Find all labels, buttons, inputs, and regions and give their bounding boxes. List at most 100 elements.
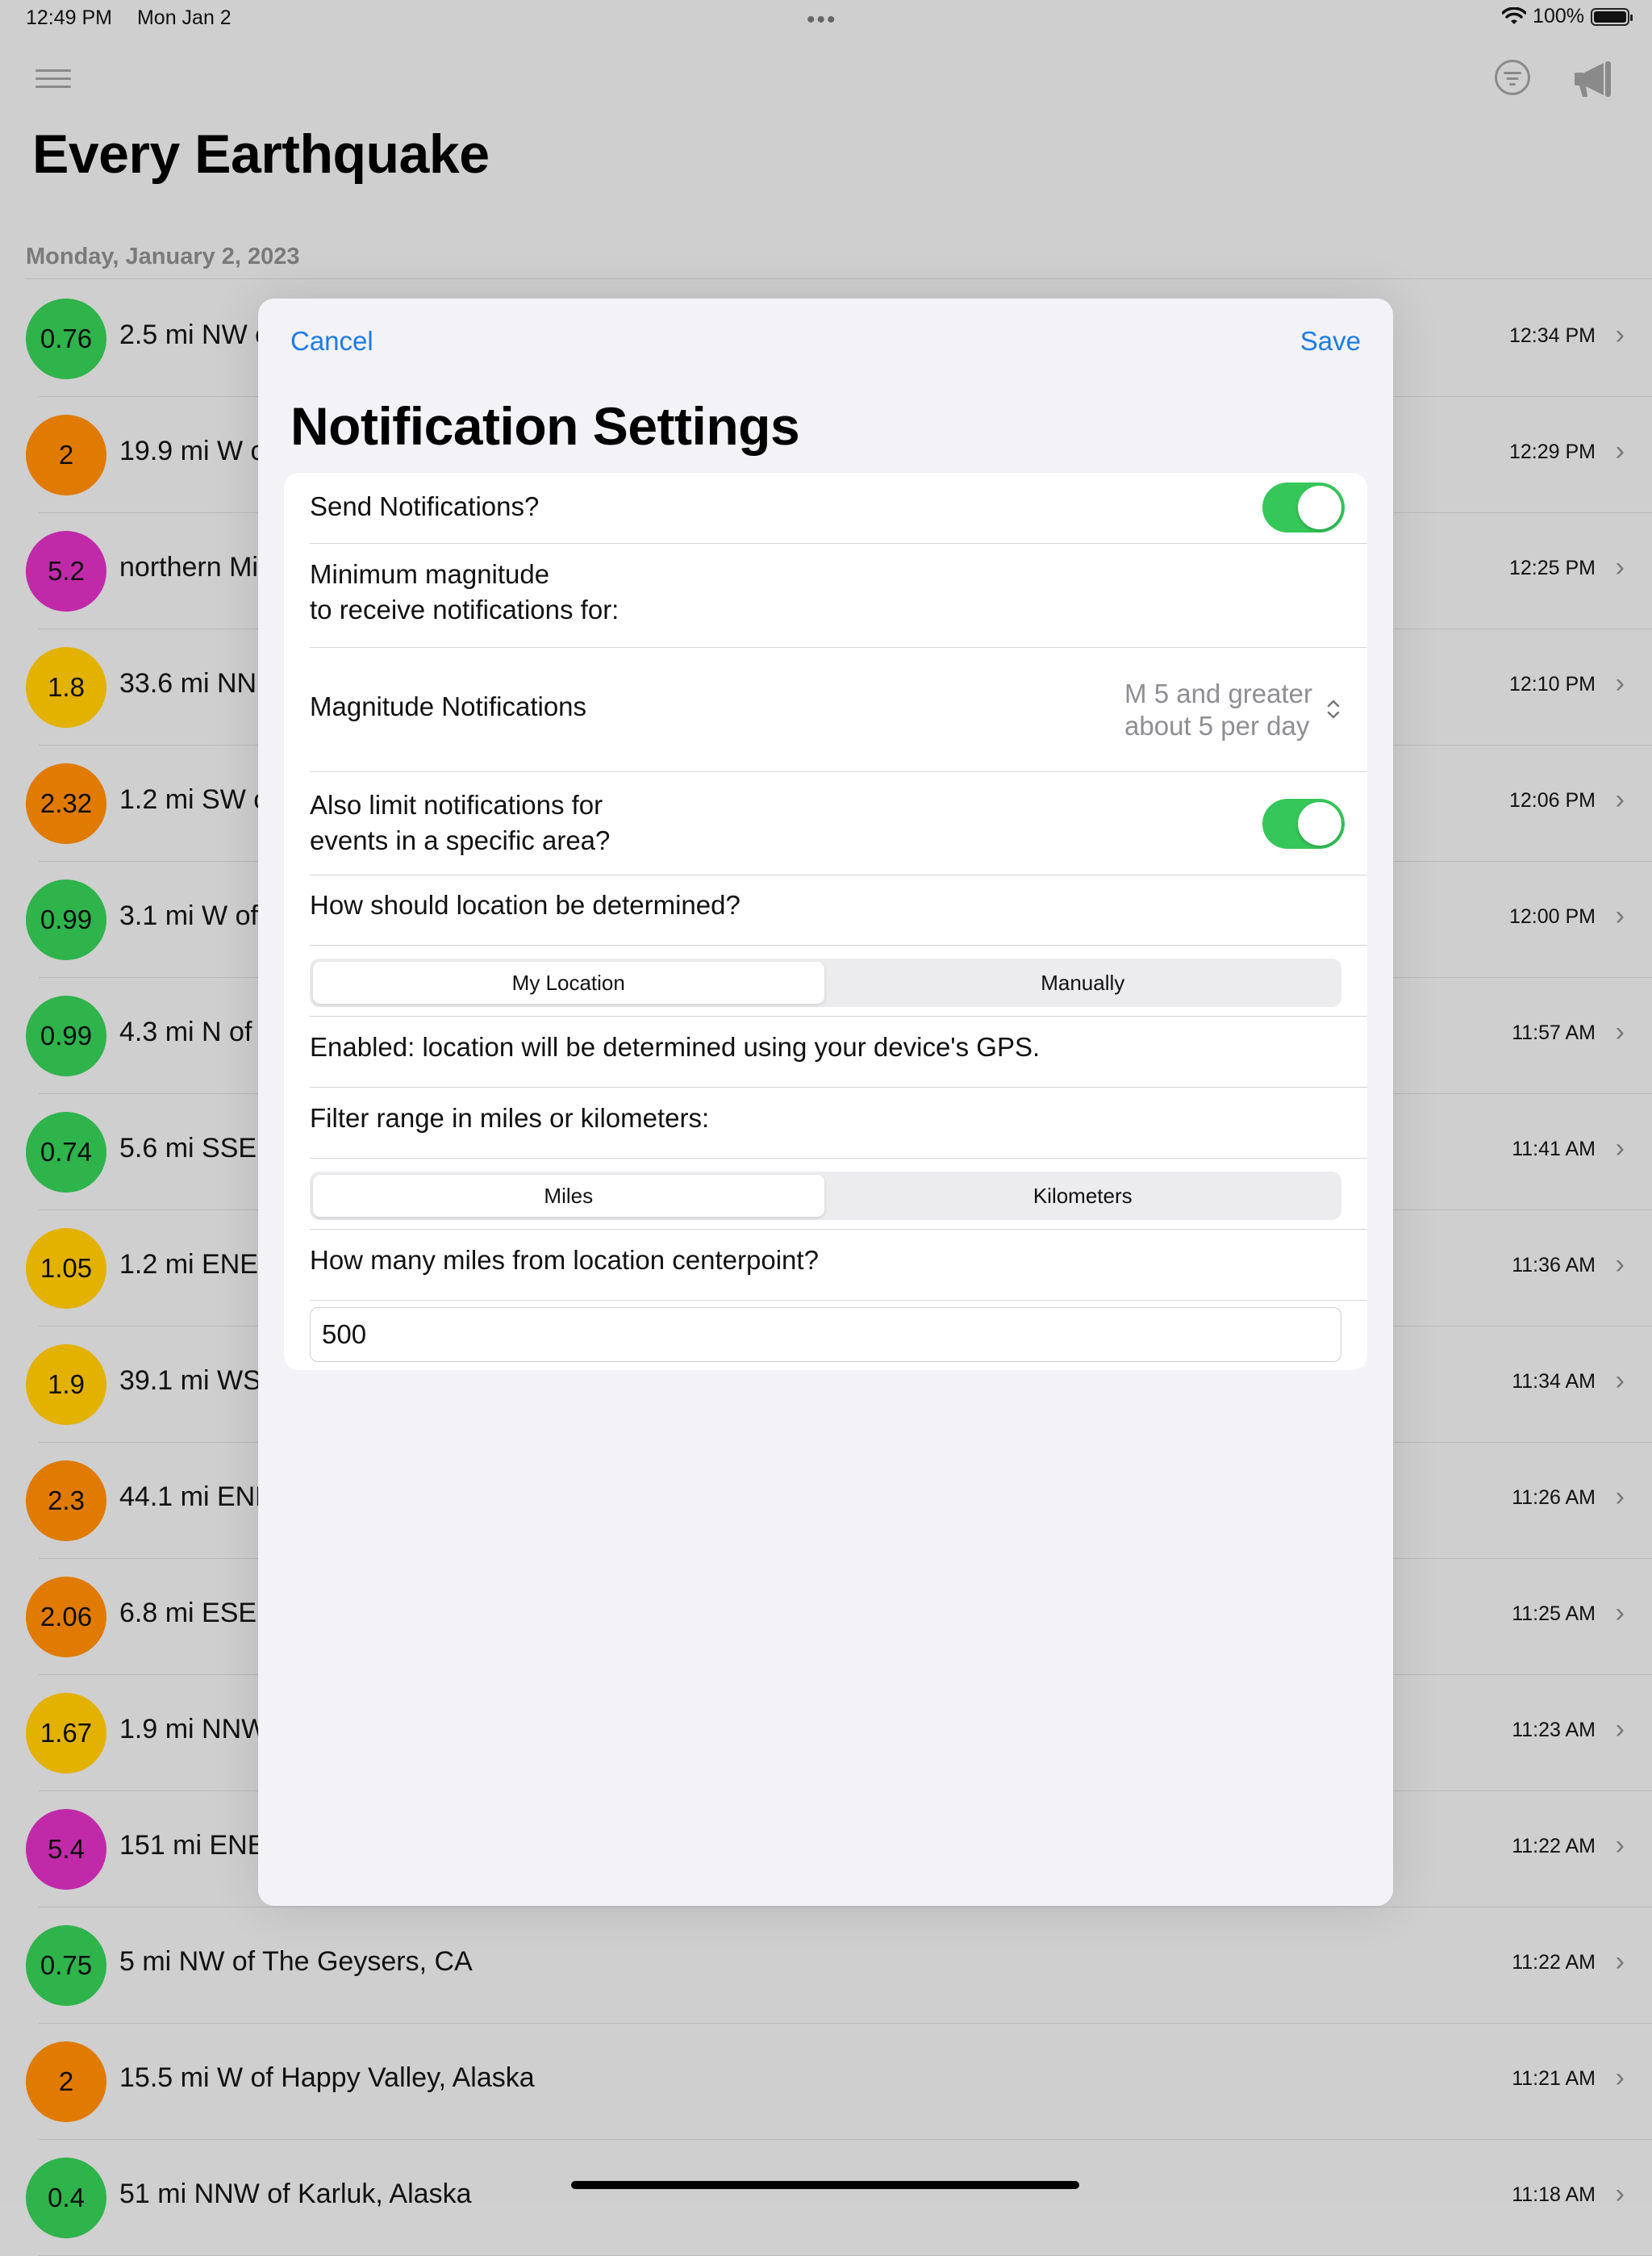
earthquake-time: 11:57 AM (1512, 1021, 1596, 1044)
chevron-right-icon: › (1615, 1714, 1625, 1744)
chevron-right-icon: › (1615, 1133, 1625, 1164)
magnitude-badge: 2 (26, 415, 106, 495)
earthquake-location: northern Mi (119, 552, 258, 583)
divider (310, 1158, 1367, 1159)
earthquake-location: 2.5 mi NW c (119, 320, 269, 350)
limit-area-line1: Also limit notifications for (310, 790, 603, 820)
divider (310, 1016, 1367, 1017)
earthquake-row[interactable]: 0.75 5 mi NW of The Geysers, CA 11:22 AM › (0, 1907, 1652, 2024)
unit-segmented-control: Miles Kilometers (310, 1172, 1341, 1220)
hamburger-menu-icon[interactable] (35, 69, 71, 90)
chevron-right-icon: › (1615, 1249, 1625, 1280)
magnitude-picker-value-line2: about 5 per day (1124, 711, 1310, 741)
magnitude-picker-value[interactable]: M 5 and greater about 5 per day (1124, 678, 1312, 742)
range-label-text: Filter range in miles or kilometers: (310, 1103, 710, 1133)
magnitude-badge: 2 (26, 2041, 106, 2122)
divider (310, 1229, 1367, 1230)
divider (310, 543, 1367, 544)
megaphone-icon[interactable] (1573, 58, 1615, 98)
chevron-right-icon: › (1615, 320, 1625, 350)
divider (310, 771, 1367, 772)
magnitude-badge: 1.9 (26, 1344, 106, 1425)
limit-area-line2: events in a specific area? (310, 825, 611, 855)
filter-icon[interactable] (1495, 60, 1530, 95)
magnitude-badge: 2.3 (26, 1460, 106, 1541)
earthquake-time: 11:23 AM (1512, 1719, 1596, 1741)
min-magnitude-line2: to receive notifications for: (310, 595, 620, 625)
earthquake-location: 5.6 mi SSE (119, 1133, 257, 1164)
status-time: 12:49 PM (26, 6, 113, 29)
earthquake-location: 3.1 mi W of (119, 900, 258, 931)
chevron-right-icon: › (1615, 1830, 1625, 1861)
send-notifications-label: Send Notifications? (310, 491, 540, 521)
earthquake-time: 12:06 PM (1508, 789, 1596, 812)
status-bar-left: 12:49 PM Mon Jan 2 (26, 6, 251, 30)
earthquake-location: 33.6 mi NN (119, 668, 257, 699)
limit-area-toggle[interactable] (1262, 799, 1345, 849)
battery-percent: 100% (1533, 5, 1584, 27)
segment-miles[interactable]: Miles (313, 1175, 824, 1217)
earthquake-time: 12:25 PM (1508, 557, 1596, 579)
earthquake-time: 12:00 PM (1508, 905, 1596, 928)
divider (310, 945, 1367, 946)
chevron-right-icon: › (1615, 436, 1625, 466)
home-indicator[interactable] (571, 2181, 1079, 2189)
divider (310, 1087, 1367, 1088)
chevron-up-down-icon[interactable] (1325, 697, 1341, 721)
multitasking-dots-icon[interactable]: ••• (807, 6, 837, 34)
location-note-cell: Enabled: location will be determined usi… (310, 1030, 1341, 1065)
magnitude-badge: 2.32 (26, 763, 106, 844)
earthquake-row[interactable]: 0.4 51 mi NNW of Karluk, Alaska 11:18 AM › (0, 2140, 1652, 2256)
magnitude-badge: 1.05 (26, 1228, 106, 1309)
section-header-date: Monday, January 2, 2023 (26, 244, 300, 269)
location-segmented-control: My Location Manually (310, 959, 1341, 1007)
magnitude-badge: 0.76 (26, 299, 106, 379)
segment-my-location[interactable]: My Location (313, 962, 824, 1004)
location-question-label: How should location be determined? (310, 890, 740, 920)
earthquake-time: 12:29 PM (1508, 441, 1596, 463)
divider (310, 1300, 1367, 1301)
earthquake-location: 1.2 mi SW c (119, 784, 268, 815)
wifi-icon (1502, 6, 1527, 24)
segment-manually[interactable]: Manually (828, 962, 1339, 1004)
magnitude-badge: 5.4 (26, 1809, 106, 1890)
chevron-right-icon: › (1615, 900, 1625, 931)
chevron-right-icon: › (1615, 1481, 1625, 1512)
magnitude-picker-value-line1: M 5 and greater (1124, 679, 1312, 708)
earthquake-time: 11:41 AM (1512, 1138, 1596, 1160)
chevron-right-icon: › (1615, 1598, 1625, 1628)
earthquake-row[interactable]: 2 15.5 mi W of Happy Valley, Alaska 11:21 … (0, 2024, 1652, 2140)
distance-question-cell: How many miles from location centerpoint… (310, 1243, 1341, 1278)
range-label-cell: Filter range in miles or kilometers: (310, 1101, 1341, 1136)
chevron-right-icon: › (1615, 1946, 1625, 1977)
limit-area-cell: Also limit notifications for events in a… (310, 788, 1341, 859)
chevron-right-icon: › (1615, 2062, 1625, 2093)
chevron-right-icon: › (1615, 552, 1625, 583)
status-date: Mon Jan 2 (136, 6, 232, 29)
app-title: Every Earthquake (32, 123, 490, 185)
save-button[interactable]: Save (1300, 326, 1361, 357)
segment-kilometers[interactable]: Kilometers (828, 1175, 1339, 1217)
chevron-right-icon: › (1615, 2179, 1625, 2209)
magnitude-badge: 0.74 (26, 1112, 106, 1193)
earthquake-location: 1.9 mi NNW (119, 1714, 268, 1744)
earthquake-time: 11:18 AM (1512, 2183, 1596, 2206)
earthquake-location: 151 mi ENE (119, 1830, 266, 1861)
earthquake-time: 12:10 PM (1508, 673, 1596, 696)
cancel-button[interactable]: Cancel (290, 326, 373, 357)
location-note-text: Enabled: location will be determined usi… (310, 1032, 1041, 1062)
send-notifications-cell: Send Notifications? (310, 489, 1341, 524)
earthquake-time: 11:26 AM (1512, 1486, 1596, 1509)
battery-icon (1591, 7, 1633, 26)
earthquake-time: 12:34 PM (1508, 324, 1596, 347)
earthquake-location: 1.2 mi ENE c (119, 1249, 280, 1280)
earthquake-location: 6.8 mi ESE (119, 1598, 257, 1628)
notification-settings-sheet: Cancel Save Notification Settings Send N… (258, 299, 1393, 1906)
send-notifications-toggle[interactable] (1262, 483, 1345, 533)
earthquake-location: 15.5 mi W of Happy Valley, Alaska (119, 2062, 535, 2093)
earthquake-location: 19.9 mi W c (119, 436, 265, 466)
distance-input[interactable]: 500 (310, 1307, 1341, 1362)
earthquake-time: 11:34 AM (1512, 1370, 1596, 1393)
min-magnitude-line1: Minimum magnitude (310, 559, 550, 589)
magnitude-badge: 0.99 (26, 996, 106, 1076)
